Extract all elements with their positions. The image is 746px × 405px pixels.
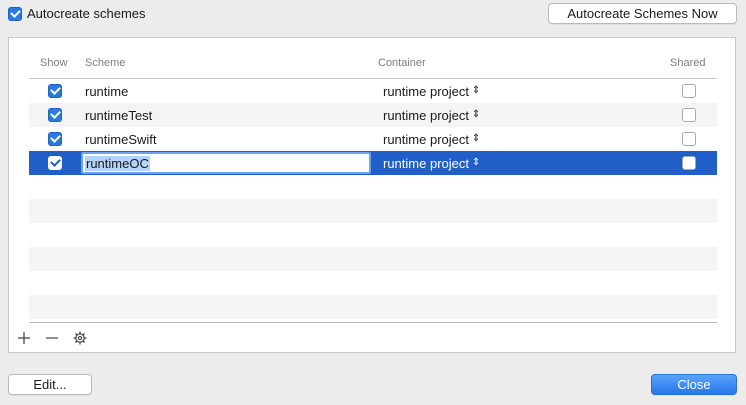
container-label: runtime project [383,131,469,147]
shared-checkbox[interactable] [682,132,696,146]
empty-row [29,199,717,223]
minus-icon[interactable] [45,331,59,345]
table-row[interactable]: runtime runtime project ⇕ [29,79,717,103]
up-down-chevron-icon: ⇕ [471,85,481,96]
header-container[interactable]: Container [378,57,426,69]
container-popup[interactable]: runtime project ⇕ [383,103,480,127]
show-checkbox[interactable] [48,84,62,98]
shared-checkbox[interactable] [682,156,696,170]
autocreate-schemes-label: Autocreate schemes [27,6,146,21]
plus-icon[interactable] [17,331,31,345]
scheme-name[interactable]: runtimeSwift [85,127,157,151]
header-show[interactable]: Show [40,57,68,69]
table-header: Show Scheme Container Shared [29,52,717,79]
empty-row [29,223,717,247]
header-scheme[interactable]: Scheme [85,57,125,69]
container-label: runtime project [383,107,469,123]
scheme-name-selected-text[interactable]: runtimeOC [85,155,150,171]
container-label: runtime project [383,155,469,171]
edit-button[interactable]: Edit... [8,374,92,395]
container-label: runtime project [383,83,469,99]
gear-icon[interactable] [73,331,87,345]
close-button[interactable]: Close [651,374,737,395]
header-shared[interactable]: Shared [670,57,705,69]
autocreate-schemes-now-button[interactable]: Autocreate Schemes Now [548,3,737,24]
table-row[interactable]: runtimeSwift runtime project ⇕ [29,127,717,151]
show-checkbox[interactable] [48,156,62,170]
scheme-name[interactable]: runtimeTest [85,103,152,127]
scheme-name[interactable]: runtime [85,79,128,103]
table-toolbar [17,331,87,345]
schemes-panel: Show Scheme Container Shared runtime run… [8,37,736,353]
autocreate-schemes-checkbox[interactable]: Autocreate schemes [8,6,146,21]
show-checkbox[interactable] [48,132,62,146]
container-popup[interactable]: runtime project ⇕ [383,127,480,151]
checkbox-checked-icon[interactable] [8,6,22,21]
scheme-name-edit-field[interactable]: runtimeOC [81,152,371,174]
up-down-chevron-icon: ⇕ [471,109,481,120]
empty-row [29,247,717,271]
table-row-selected[interactable]: runtimeOC runtime project ⇕ [29,151,717,175]
container-popup[interactable]: runtime project ⇕ [383,151,480,175]
up-down-chevron-icon: ⇕ [471,133,481,144]
show-checkbox[interactable] [48,108,62,122]
container-popup[interactable]: runtime project ⇕ [383,79,480,103]
empty-row [29,271,717,295]
shared-checkbox[interactable] [682,108,696,122]
empty-row [29,295,717,319]
table-row[interactable]: runtimeTest runtime project ⇕ [29,103,717,127]
schemes-table: Show Scheme Container Shared runtime run… [29,52,717,323]
empty-row [29,175,717,199]
shared-checkbox[interactable] [682,84,696,98]
up-down-chevron-icon: ⇕ [471,157,481,168]
